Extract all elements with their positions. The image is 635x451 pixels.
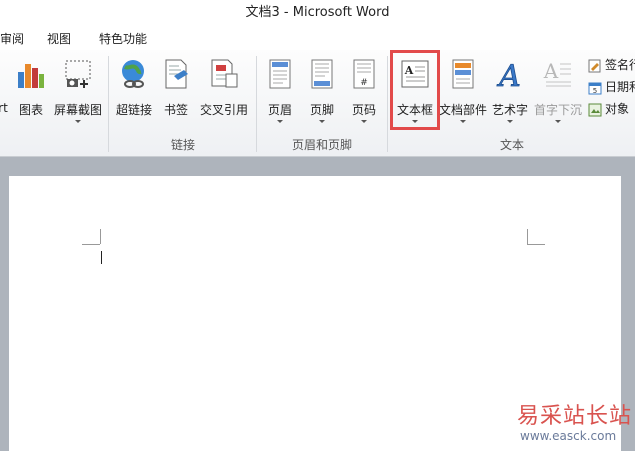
chevron-down-icon xyxy=(319,120,325,123)
footer-button[interactable]: 页脚 xyxy=(304,56,340,126)
chevron-down-icon xyxy=(361,120,367,123)
object-label: 对象 xyxy=(605,102,630,116)
bookmark-label: 书签 xyxy=(163,103,188,117)
globe-link-icon xyxy=(122,60,144,88)
crossref-label: 交叉引用 xyxy=(199,103,248,117)
page-number-icon: # xyxy=(353,59,375,89)
header-button[interactable]: 页眉 xyxy=(262,56,298,126)
screenshot-icon xyxy=(65,60,91,88)
wordart-icon: A xyxy=(496,59,521,90)
wordart-label: 艺术字 xyxy=(491,103,528,117)
crossref-icon xyxy=(211,59,238,88)
dropcap-label: 首字下沉 xyxy=(533,103,582,117)
svg-text:A: A xyxy=(543,59,559,83)
smartart-button[interactable]: rt xyxy=(0,56,10,126)
textbox-highlight xyxy=(390,50,440,130)
tab-features[interactable]: 特色功能 xyxy=(99,30,147,47)
ribbon-tabs: 审阅 视图 特色功能 xyxy=(0,26,635,50)
dropcap-icon: A xyxy=(543,59,571,87)
quickparts-icon xyxy=(452,59,474,89)
object-button[interactable]: 对象 xyxy=(588,100,629,118)
chart-button[interactable]: 图表 xyxy=(12,56,50,126)
chevron-down-icon xyxy=(460,120,466,123)
datetime-button[interactable]: 5 日期和 xyxy=(588,78,635,96)
group-label-links: 链接 xyxy=(170,138,195,152)
svg-text:5: 5 xyxy=(593,87,597,95)
datetime-label: 日期和 xyxy=(605,80,635,94)
calendar-icon: 5 xyxy=(588,82,602,95)
text-cursor xyxy=(101,251,102,264)
hyperlink-label: 超链接 xyxy=(115,103,152,117)
quickparts-button[interactable]: 文档部件 xyxy=(438,56,488,126)
screenshot-label: 屏幕截图 xyxy=(53,103,102,117)
header-label: 页眉 xyxy=(267,103,292,117)
quickparts-label: 文档部件 xyxy=(438,103,487,117)
svg-text:#: # xyxy=(360,78,368,88)
crossref-button[interactable]: 交叉引用 xyxy=(198,56,250,126)
crop-mark xyxy=(527,244,545,245)
wordart-button[interactable]: A 艺术字 xyxy=(490,56,530,126)
signature-icon xyxy=(588,59,601,72)
chevron-down-icon xyxy=(555,120,561,123)
crop-mark xyxy=(527,229,528,244)
group-separator xyxy=(387,56,388,152)
svg-text:A: A xyxy=(496,59,521,90)
hyperlink-button[interactable]: 超链接 xyxy=(114,56,154,126)
bookmark-icon xyxy=(165,59,188,89)
group-separator xyxy=(108,56,109,152)
watermark-logo: 易采站长站 xyxy=(517,404,633,429)
chevron-down-icon xyxy=(507,120,513,123)
watermark-url: www.easck.com xyxy=(520,429,617,443)
footer-icon xyxy=(311,59,333,89)
chart-label: 图表 xyxy=(18,103,43,117)
pagenum-button[interactable]: # 页码 xyxy=(346,56,382,126)
crop-mark xyxy=(82,244,100,245)
tab-review[interactable]: 审阅 xyxy=(0,30,24,47)
group-label-headerfooter: 页眉和页脚 xyxy=(291,138,352,152)
window-title: 文档3 - Microsoft Word xyxy=(0,0,635,26)
object-icon xyxy=(588,103,602,116)
chart-icon xyxy=(18,64,44,88)
chevron-down-icon xyxy=(277,120,283,123)
bookmark-button[interactable]: 书签 xyxy=(158,56,194,126)
footer-label: 页脚 xyxy=(309,103,334,117)
dropcap-button[interactable]: A 首字下沉 xyxy=(532,56,584,126)
group-label-text: 文本 xyxy=(499,138,524,152)
screenshot-button[interactable]: 屏幕截图 xyxy=(52,56,104,126)
group-separator xyxy=(256,56,257,152)
smartart-label: rt xyxy=(0,101,8,115)
chevron-down-icon xyxy=(75,120,81,123)
header-icon xyxy=(269,59,291,89)
pagenum-label: 页码 xyxy=(351,103,376,117)
signature-line-button[interactable]: 签名行 xyxy=(588,56,635,74)
crop-mark xyxy=(100,229,101,244)
tab-view[interactable]: 视图 xyxy=(47,30,71,47)
ribbon-insert: rt 图表 屏幕截图 超链接 书签 交叉引用 页眉 页脚 # 页码 A 文本框 … xyxy=(0,50,635,157)
signature-line-label: 签名行 xyxy=(605,58,635,72)
